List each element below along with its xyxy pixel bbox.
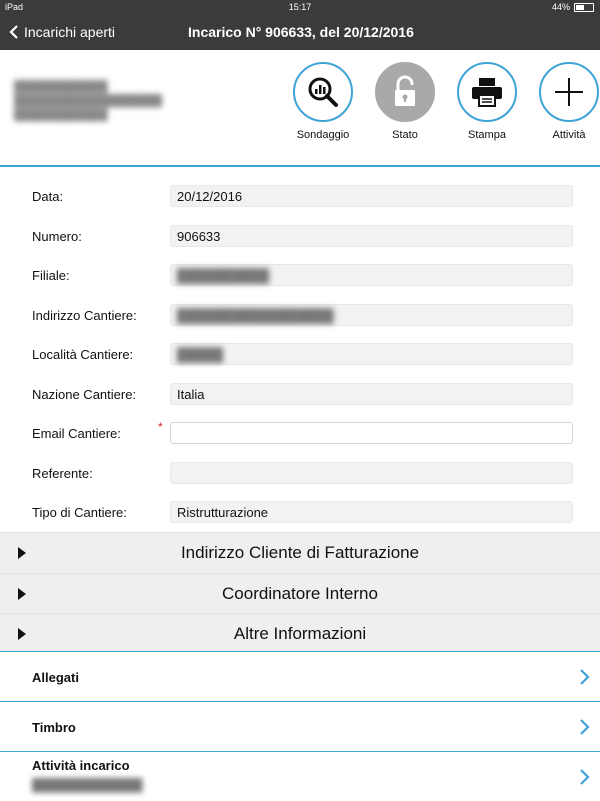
blurred-line: ████████████	[14, 109, 108, 121]
email-cantiere-label: Email Cantiere:	[32, 426, 121, 441]
data-field[interactable]: 20/12/2016	[170, 185, 573, 207]
section-altre-informazioni[interactable]: Altre Informazioni	[0, 613, 600, 654]
list-item-title: Allegati	[32, 670, 79, 685]
data-label: Data:	[32, 189, 64, 204]
referente-field[interactable]	[170, 461, 573, 484]
form-row-data: Data: 20/12/2016	[0, 177, 600, 217]
battery-icon	[574, 2, 594, 12]
form-row-tipo: Tipo di Cantiere: Ristrutturazione	[0, 493, 600, 533]
incarico-form: Data: 20/12/2016 Numero: 906633 Filiale:…	[0, 177, 600, 533]
status-indicators: 44%	[552, 2, 594, 12]
stato-button[interactable]: Stato	[364, 62, 446, 141]
filiale-field[interactable]: ██████████	[170, 264, 573, 286]
detail-list: Allegati Timbro Attività incarico ██████…	[0, 651, 600, 801]
stato-circle	[375, 62, 435, 122]
list-item-subtitle: █████████████	[32, 778, 143, 792]
sondaggio-label: Sondaggio	[296, 129, 350, 141]
incarico-header: ████████████ ███████████████████ ███████…	[0, 50, 600, 167]
filiale-label: Filiale:	[32, 268, 70, 283]
form-row-nazione: Nazione Cantiere: Italia	[0, 375, 600, 415]
nazione-cantiere-label: Nazione Cantiere:	[32, 386, 137, 402]
battery-percent: 44%	[551, 2, 570, 12]
form-row-filiale: Filiale: ██████████	[0, 256, 600, 296]
attivita-circle	[539, 62, 599, 122]
stampa-circle	[457, 62, 517, 122]
stampa-label: Stampa	[468, 129, 506, 141]
section-indirizzo-fatturazione[interactable]: Indirizzo Cliente di Fatturazione	[0, 532, 600, 573]
required-marker: *	[158, 420, 163, 434]
sondaggio-circle	[293, 62, 353, 122]
list-item-attivita-incarico[interactable]: Attività incarico █████████████	[0, 751, 600, 801]
indirizzo-cantiere-label: Indirizzo Cantiere:	[32, 307, 137, 323]
blurred-line: ████████████	[14, 81, 108, 93]
back-label: Incarichi aperti	[24, 24, 116, 40]
chevron-right-icon	[580, 769, 590, 785]
stato-label: Stato	[392, 129, 418, 141]
section-title: Altre Informazioni	[233, 624, 367, 643]
nazione-cantiere-field[interactable]: Italia	[170, 382, 573, 405]
back-button[interactable]: Incarichi aperti	[8, 14, 115, 50]
attivita-button[interactable]: Attività	[528, 62, 600, 141]
indirizzo-cantiere-field[interactable]: █████████████████	[170, 303, 573, 326]
numero-field[interactable]: 906633	[170, 224, 573, 247]
list-item-title: Timbro	[32, 720, 76, 735]
plus-icon	[555, 78, 583, 106]
attivita-label: Attività	[552, 129, 586, 141]
form-row-indirizzo: Indirizzo Cantiere: █████████████████	[0, 296, 600, 336]
page-title: Incarico N° 906633, del 20/12/2016	[188, 24, 414, 40]
collapsible-sections: Indirizzo Cliente di Fatturazione Coordi…	[0, 532, 600, 654]
status-time: 15:17	[288, 2, 312, 12]
section-title: Coordinatore Interno	[222, 583, 378, 603]
indirizzo-cantiere-value: █████████████████	[177, 307, 334, 323]
chevron-right-icon	[580, 669, 590, 685]
localita-cantiere-value: █████	[177, 347, 224, 362]
list-item-allegati[interactable]: Allegati	[0, 651, 600, 701]
referente-label: Referente:	[32, 465, 93, 481]
status-bar: iPad 15:17 44%	[0, 0, 600, 14]
localita-cantiere-field[interactable]: █████	[170, 343, 573, 365]
blurred-client-info: ████████████ ███████████████████ ███████…	[14, 80, 162, 122]
section-coordinatore-interno[interactable]: Coordinatore Interno	[0, 572, 600, 613]
numero-label: Numero:	[32, 228, 82, 244]
list-item-title: Attività incarico	[32, 758, 130, 773]
chevron-right-icon	[580, 719, 590, 735]
battery-fill	[576, 4, 584, 10]
navigation-bar: Incarichi aperti Incarico N° 906633, del…	[0, 14, 600, 50]
email-cantiere-field[interactable]	[170, 422, 573, 444]
action-buttons: Sondaggio Stato Stampa Attività	[282, 62, 600, 141]
sondaggio-button[interactable]: Sondaggio	[282, 62, 364, 141]
tipo-cantiere-field[interactable]: Ristrutturazione	[170, 501, 573, 523]
form-row-numero: Numero: 906633	[0, 217, 600, 257]
form-row-localita: Località Cantiere: █████	[0, 335, 600, 375]
stampa-button[interactable]: Stampa	[446, 62, 528, 141]
localita-cantiere-label: Località Cantiere:	[32, 347, 134, 362]
form-row-email: Email Cantiere: *	[0, 414, 600, 454]
unlock-icon	[395, 75, 415, 106]
list-item-timbro[interactable]: Timbro	[0, 701, 600, 751]
filiale-value: ██████████	[177, 268, 270, 283]
search-chart-icon	[308, 77, 338, 107]
blurred-line: ███████████████████	[14, 95, 163, 107]
tipo-cantiere-label: Tipo di Cantiere:	[32, 505, 127, 520]
form-row-referente: Referente:	[0, 454, 600, 494]
section-title: Indirizzo Cliente di Fatturazione	[180, 543, 420, 562]
printer-icon	[472, 78, 502, 107]
chevron-left-icon	[9, 25, 18, 39]
